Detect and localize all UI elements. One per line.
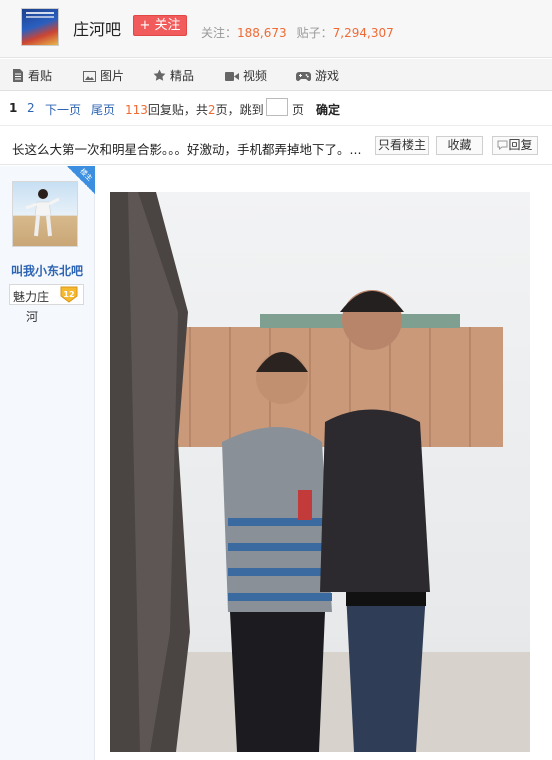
- author-level-box[interactable]: 魅力庄 12: [9, 284, 84, 305]
- forum-logo[interactable]: [21, 8, 59, 46]
- pagination-bar: 1 2 下一页 尾页 113回复贴，共2页，跳到 页 确定: [0, 92, 552, 126]
- forum-stats: 关注：188,673 贴子：7,294,307: [201, 24, 394, 41]
- favorite-button[interactable]: 收藏: [436, 136, 483, 155]
- follow-count: 188,673: [237, 26, 287, 40]
- tab-videos-label: 视频: [243, 69, 268, 83]
- level-badge-icon: 12: [60, 286, 78, 303]
- louzhu-badge-label: 楼主: [78, 167, 94, 183]
- tab-posts-label: 看贴: [28, 69, 53, 83]
- reply-text: 回复贴，共: [147, 103, 208, 117]
- reply-summary: 113回复贴，共2页，跳到: [125, 101, 264, 118]
- level-name-tail: 河: [26, 310, 39, 324]
- forum-name[interactable]: 庄河吧: [73, 16, 121, 40]
- tab-featured-label: 精品: [170, 69, 195, 83]
- total-pages: 2: [207, 103, 216, 117]
- current-page: 1: [9, 101, 18, 115]
- star-icon: [153, 69, 166, 81]
- page-unit: 页: [292, 103, 305, 117]
- tab-images[interactable]: 图片: [83, 67, 124, 84]
- reply-button[interactable]: 回复: [492, 136, 538, 155]
- forum-header: 庄河吧 + 关注 关注：188,673 贴子：7,294,307: [0, 0, 552, 58]
- last-page-link[interactable]: 尾页: [91, 101, 115, 118]
- follow-count-label: 关注：: [201, 26, 238, 40]
- post-count-label: 贴子：: [296, 26, 333, 40]
- tab-videos[interactable]: 视频: [225, 67, 267, 84]
- forum-nav: 看贴 图片 精品 视频 游戏: [0, 59, 552, 91]
- post-content: [96, 166, 552, 760]
- page-2-link[interactable]: 2: [27, 101, 35, 115]
- thread-title-bar: 长这么大第一次和明星合影。。。好激动，手机都弄掉地下了。... 只看楼主 收藏 …: [0, 127, 552, 165]
- tab-images-label: 图片: [100, 69, 125, 83]
- author-sidebar: 楼主 叫我小东北吧 魅力庄 12 河: [0, 166, 95, 760]
- author-name[interactable]: 叫我小东北吧: [11, 262, 83, 279]
- follow-button[interactable]: + 关注: [133, 15, 187, 36]
- only-op-button[interactable]: 只看楼主: [375, 136, 429, 155]
- document-icon: [13, 69, 23, 82]
- post-count: 7,294,307: [332, 26, 394, 40]
- jump-confirm-button[interactable]: 确定: [316, 101, 340, 118]
- level-number: 12: [63, 290, 74, 299]
- photo-illustration: [110, 192, 530, 752]
- reply-count: 113: [125, 103, 148, 117]
- gamepad-icon: [296, 72, 311, 81]
- speech-bubble-icon: [497, 140, 508, 151]
- jump-text: 页，跳到: [215, 103, 264, 117]
- image-icon: [83, 71, 96, 82]
- post-photo[interactable]: [110, 192, 530, 752]
- tab-posts[interactable]: 看贴: [12, 67, 52, 84]
- thread-title: 长这么大第一次和明星合影。。。好激动，手机都弄掉地下了。...: [12, 142, 362, 157]
- tab-games[interactable]: 游戏: [296, 67, 339, 84]
- louzhu-badge: 楼主: [67, 166, 95, 194]
- tab-games-label: 游戏: [315, 69, 340, 83]
- video-camera-icon: [225, 72, 239, 81]
- level-name: 魅力庄: [13, 290, 50, 304]
- jump-page-input[interactable]: [266, 98, 288, 116]
- reply-button-label: 回复: [508, 138, 533, 152]
- tab-featured[interactable]: 精品: [153, 67, 194, 84]
- next-page-link[interactable]: 下一页: [45, 101, 81, 118]
